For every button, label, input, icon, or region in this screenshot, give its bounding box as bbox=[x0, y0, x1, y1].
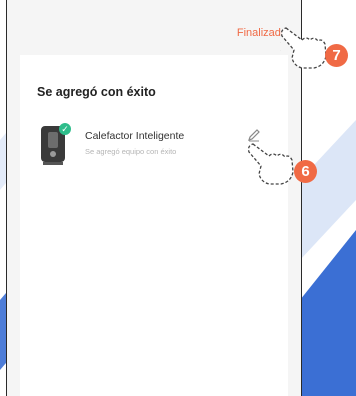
phone-screen: Finalizado Se agregó con éxito ✓ Calefac… bbox=[6, 0, 302, 396]
step-badge: 7 bbox=[325, 44, 348, 67]
pointing-hand-icon bbox=[247, 143, 294, 185]
pointing-hand-icon bbox=[280, 27, 327, 69]
device-name: Calefactor Inteligente bbox=[85, 130, 185, 142]
success-card: Se agregó con éxito ✓ Calefactor Intelig… bbox=[20, 55, 288, 396]
device-row[interactable]: ✓ Calefactor Inteligente Se agregó equip… bbox=[37, 121, 277, 171]
card-title: Se agregó con éxito bbox=[37, 85, 156, 99]
step-badge: 6 bbox=[294, 160, 317, 183]
checkmark-icon: ✓ bbox=[59, 123, 71, 135]
device-status: Se agregó equipo con éxito bbox=[85, 147, 177, 156]
